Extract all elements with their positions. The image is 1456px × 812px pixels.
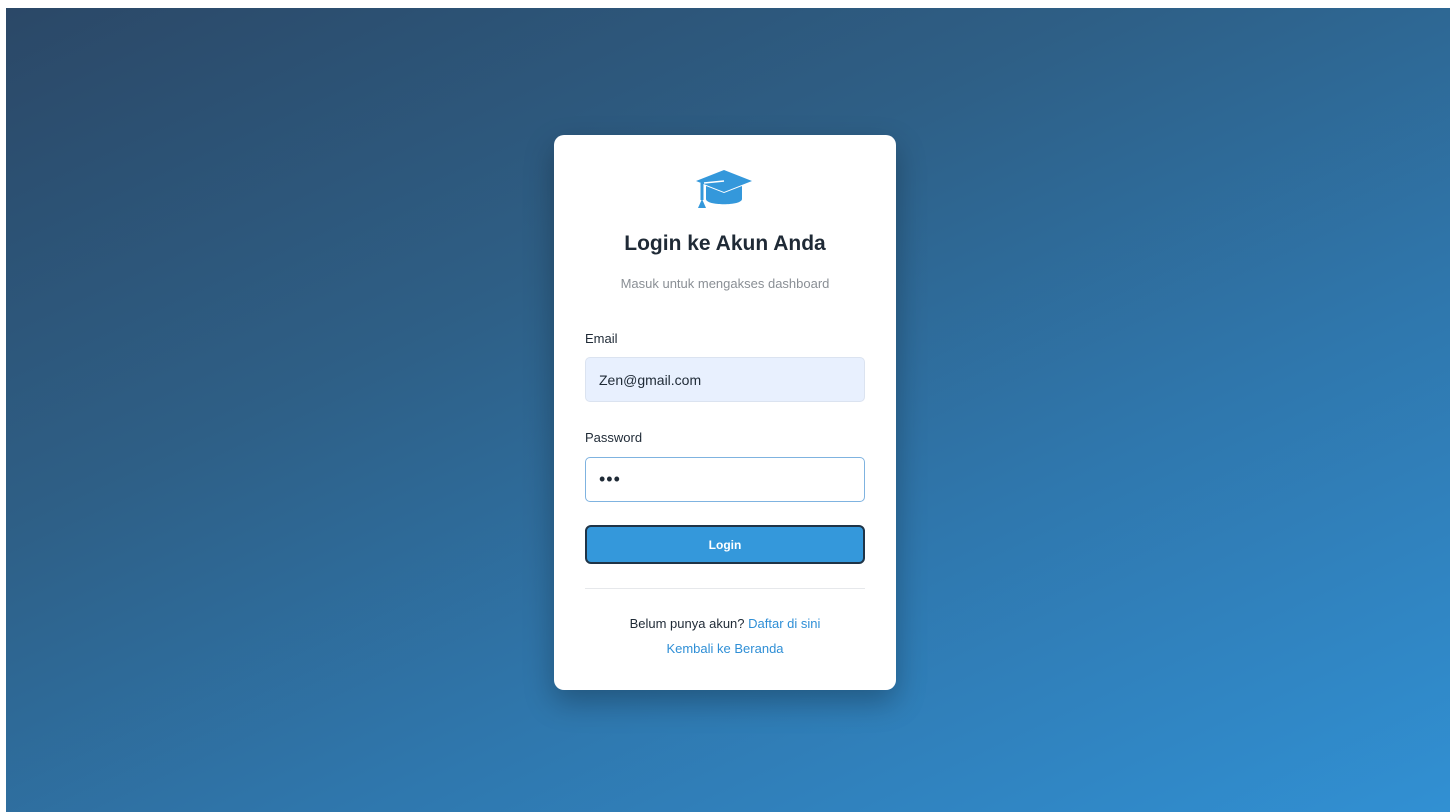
password-label: Password <box>585 430 643 445</box>
login-card <box>554 135 896 690</box>
register-prompt-text: Belum punya akun? <box>629 616 745 631</box>
login-button[interactable]: Login <box>585 525 865 564</box>
password-field[interactable] <box>585 457 865 502</box>
home-link[interactable]: Kembali ke Beranda <box>666 641 783 656</box>
email-label: Email <box>585 331 618 346</box>
register-link[interactable]: Daftar di sini <box>748 616 820 631</box>
register-prompt-line: Belum punya akun? Daftar di sini <box>554 616 896 631</box>
home-link-line: Kembali ke Beranda <box>554 641 896 656</box>
page-title: Login ke Akun Anda <box>624 232 826 255</box>
email-field[interactable] <box>585 357 865 402</box>
divider <box>585 588 865 589</box>
graduation-cap-icon <box>696 170 752 208</box>
page-subtitle: Masuk untuk mengakses dashboard <box>620 276 830 291</box>
